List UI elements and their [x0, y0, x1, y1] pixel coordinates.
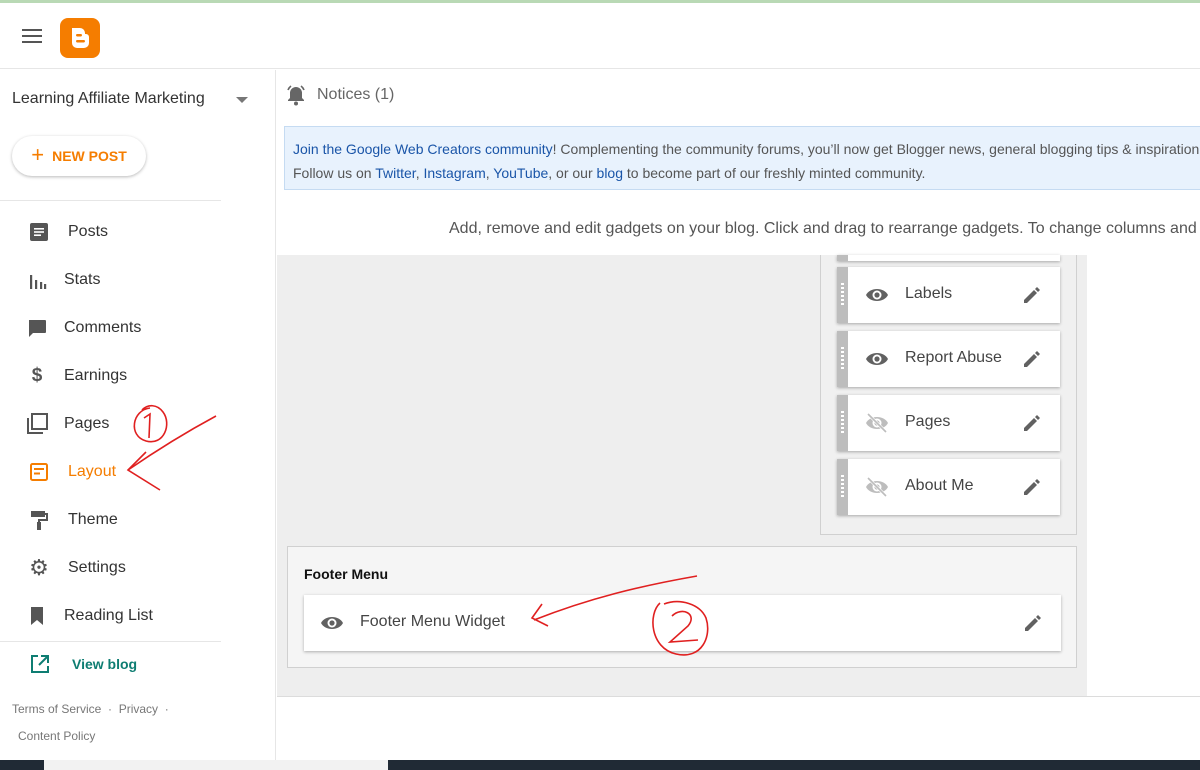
divider [0, 641, 221, 642]
gadget-pages[interactable]: Pages [837, 395, 1060, 451]
gadget-about-me[interactable]: About Me [837, 459, 1060, 515]
drag-handle[interactable] [837, 459, 848, 515]
canvas-bottom [277, 696, 1200, 770]
menu-icon[interactable] [22, 29, 42, 43]
gear-icon: ⚙ [29, 555, 49, 580]
layout-icon [28, 461, 50, 483]
eye-icon[interactable] [320, 612, 344, 634]
pages-icon [26, 413, 48, 435]
gadget-footer-menu-widget[interactable]: Footer Menu Widget [304, 595, 1061, 651]
sidebar-item-label: Settings [68, 559, 126, 576]
separator: · [108, 702, 113, 716]
taskbar-search[interactable] [44, 760, 388, 770]
sidebar-item-label: Earnings [64, 367, 128, 384]
pencil-icon[interactable] [1022, 477, 1042, 497]
sidebar: Learning Affiliate Marketing + NEW POST … [0, 70, 276, 770]
caret-down-icon [236, 97, 248, 103]
layout-instructions: Add, remove and edit gadgets on your blo… [449, 220, 1200, 237]
canvas-margin [1087, 255, 1200, 696]
drag-handle[interactable] [837, 395, 848, 451]
blog-link[interactable]: blog [597, 165, 623, 181]
sidebar-item-label: Reading List [64, 607, 153, 624]
layout-canvas: Labels Report Abuse Pages About Me Foote… [277, 255, 1200, 770]
external-link-icon [31, 655, 49, 673]
notices-button[interactable]: Notices (1) [285, 84, 394, 106]
separator: · [164, 702, 169, 716]
privacy-link[interactable]: Privacy [119, 702, 158, 716]
footer-menu-section: Footer Menu Footer Menu Widget [287, 546, 1077, 668]
community-banner: Join the Google Web Creators community! … [284, 126, 1200, 190]
sidebar-item-label: Pages [64, 415, 110, 432]
sidebar-item-layout[interactable]: Layout [0, 454, 221, 490]
footer-links: Terms of Service · Privacy · Content Pol… [12, 696, 192, 750]
sidebar-item-stats[interactable]: Stats [0, 262, 221, 298]
sidebar-item-label: Posts [68, 223, 109, 240]
instagram-link[interactable]: Instagram [423, 165, 485, 181]
eye-icon[interactable] [865, 284, 889, 306]
drag-handle[interactable] [837, 331, 848, 387]
eye-off-icon[interactable] [865, 412, 889, 434]
youtube-link[interactable]: YouTube [493, 165, 548, 181]
sidebar-item-settings[interactable]: ⚙ Settings [0, 550, 221, 586]
blog-name: Learning Affiliate Marketing [12, 90, 205, 107]
twitter-link[interactable]: Twitter [375, 165, 415, 181]
new-post-label: NEW POST [52, 148, 127, 164]
banner-text: Follow us on [293, 165, 376, 181]
dollar-icon: $ [31, 365, 43, 386]
content-policy-link[interactable]: Content Policy [18, 729, 95, 743]
gadget-name: Footer Menu Widget [360, 613, 505, 630]
blog-selector[interactable]: Learning Affiliate Marketing [12, 90, 252, 112]
pencil-icon[interactable] [1022, 285, 1042, 305]
gadget-partial[interactable] [837, 255, 1060, 261]
drag-handle[interactable] [837, 267, 848, 323]
pencil-icon[interactable] [1022, 349, 1042, 369]
blogger-logo[interactable] [60, 18, 100, 58]
main-content: Notices (1) Join the Google Web Creators… [277, 70, 1200, 770]
eye-icon[interactable] [865, 348, 889, 370]
community-link[interactable]: Join the Google Web Creators community [293, 141, 553, 157]
posts-icon [28, 221, 50, 243]
terms-link[interactable]: Terms of Service [12, 702, 101, 716]
app-header [0, 3, 1200, 69]
gadget-report-abuse[interactable]: Report Abuse [837, 331, 1060, 387]
sidebar-item-theme[interactable]: Theme [0, 502, 221, 538]
sidebar-item-comments[interactable]: Comments [0, 310, 221, 346]
sidebar-item-label: Stats [64, 271, 101, 288]
plus-icon: + [31, 142, 45, 167]
sidebar-item-reading-list[interactable]: Reading List [0, 598, 221, 634]
view-blog-link[interactable]: View blog [30, 654, 137, 674]
sidebar-item-posts[interactable]: Posts [0, 214, 221, 250]
gadget-labels[interactable]: Labels [837, 267, 1060, 323]
banner-text: ! Complementing the community forums, yo… [552, 141, 1200, 157]
stats-icon [26, 269, 48, 291]
notices-label: Notices (1) [317, 86, 395, 103]
pencil-icon[interactable] [1022, 413, 1042, 433]
sidebar-item-label: Theme [68, 511, 118, 528]
section-title: Footer Menu [304, 566, 388, 582]
bell-icon [287, 85, 305, 106]
banner-text: to become part of our freshly minted com… [623, 165, 926, 181]
sidebar-item-earnings[interactable]: $ Earnings [0, 358, 221, 394]
gadget-name: Labels [905, 285, 953, 302]
new-post-button[interactable]: + NEW POST [12, 136, 146, 176]
gadget-name: Pages [905, 413, 951, 430]
sidebar-item-label: Comments [64, 319, 142, 336]
gadget-name: Report Abuse [905, 349, 1002, 366]
eye-off-icon[interactable] [865, 476, 889, 498]
sidebar-item-label: Layout [68, 463, 117, 480]
comments-icon [26, 317, 48, 339]
paint-roller-icon [28, 509, 50, 531]
bookmark-icon [26, 605, 48, 627]
view-blog-label: View blog [72, 656, 138, 672]
pencil-icon[interactable] [1023, 613, 1043, 633]
divider [0, 200, 221, 201]
banner-text: , or our [548, 165, 597, 181]
os-taskbar [0, 760, 1200, 770]
gadget-name: About Me [905, 477, 974, 494]
sidebar-item-pages[interactable]: Pages [0, 406, 221, 442]
